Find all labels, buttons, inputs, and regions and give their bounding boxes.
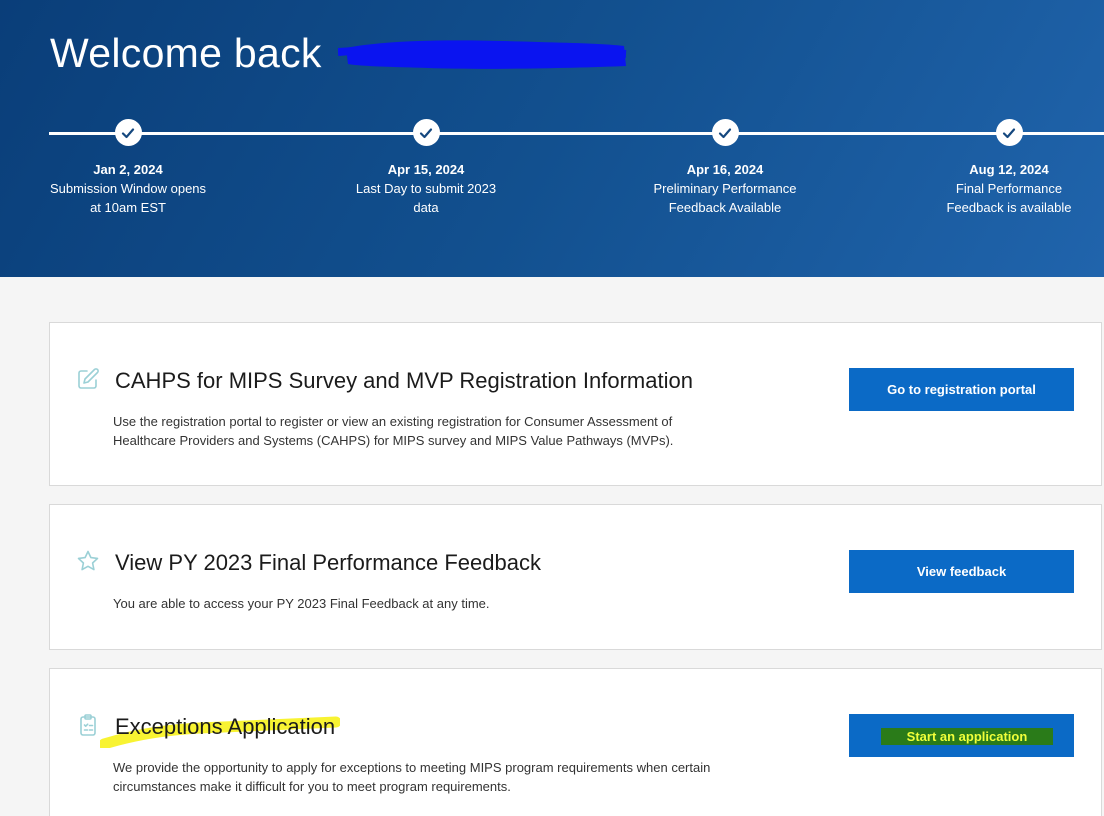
exceptions-card: Exceptions Application We provide the op… xyxy=(49,668,1102,816)
timeline-milestone-3: Apr 16, 2024 Preliminary Performance Fee… xyxy=(630,119,820,217)
star-icon xyxy=(76,549,100,578)
milestone-description: Last Day to submit 2023 xyxy=(355,181,497,196)
milestone-description: Submission Window opens xyxy=(49,181,207,196)
milestone-description: data xyxy=(413,200,439,215)
check-icon xyxy=(995,119,1023,146)
check-icon xyxy=(114,119,142,146)
milestone-description: at 10am EST xyxy=(90,200,166,215)
go-to-registration-portal-button[interactable]: Go to registration portal xyxy=(849,368,1074,411)
card-title: View PY 2023 Final Performance Feedback xyxy=(115,550,541,575)
view-feedback-button[interactable]: View feedback xyxy=(849,550,1074,593)
timeline-milestone-2: Apr 15, 2024 Last Day to submit 2023 dat… xyxy=(331,119,521,217)
timeline-milestone-1: Jan 2, 2024 Submission Window opens at 1… xyxy=(33,119,223,217)
timeline-milestone-4: Aug 12, 2024 Final Performance Feedback … xyxy=(914,119,1104,217)
card-title: Exceptions Application xyxy=(115,714,336,739)
feedback-card: View PY 2023 Final Performance Feedback … xyxy=(49,504,1102,650)
milestone-description: Feedback is available xyxy=(946,200,1072,215)
check-icon xyxy=(711,119,739,146)
card-description: We provide the opportunity to apply for … xyxy=(113,760,711,794)
welcome-heading: Welcome back xyxy=(50,30,322,76)
milestone-date: Aug 12, 2024 xyxy=(969,162,1049,177)
card-title: CAHPS for MIPS Survey and MVP Registrati… xyxy=(115,368,693,393)
milestone-date: Jan 2, 2024 xyxy=(93,162,163,177)
redacted-username xyxy=(338,40,627,69)
button-label: Start an application xyxy=(901,728,1022,743)
card-description: Use the registration portal to register … xyxy=(113,414,674,448)
start-an-application-button[interactable]: Start an application xyxy=(849,714,1074,757)
clipboard-icon xyxy=(76,713,100,742)
milestone-description: Feedback Available xyxy=(668,200,782,215)
milestone-date: Apr 15, 2024 xyxy=(387,162,465,177)
welcome-banner: Welcome back Jan 2, 2024 Submission Wind… xyxy=(0,0,1104,277)
milestone-description: Preliminary Performance xyxy=(653,181,797,196)
registration-card: CAHPS for MIPS Survey and MVP Registrati… xyxy=(49,322,1102,486)
edit-icon xyxy=(76,367,100,396)
card-description: You are able to access your PY 2023 Fina… xyxy=(113,596,490,611)
milestone-description: Final Performance xyxy=(955,181,1063,196)
milestone-date: Apr 16, 2024 xyxy=(686,162,764,177)
check-icon xyxy=(412,119,440,146)
